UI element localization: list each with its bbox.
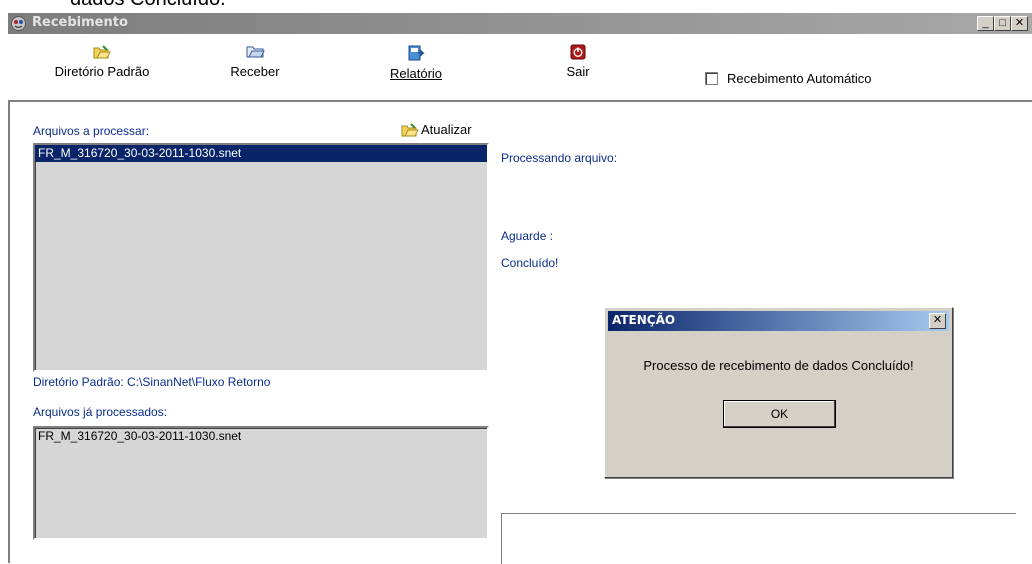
report-button[interactable]: Relatório <box>381 38 451 94</box>
folder-refresh-icon <box>401 123 419 137</box>
dialog-message: Processo de recebimento de dados Concluí… <box>643 358 914 373</box>
wait-label: Aguarde : <box>501 229 554 243</box>
dialog-title: ATENÇÃO <box>612 313 676 327</box>
app-icon <box>11 16 26 31</box>
close-button[interactable]: ✕ <box>1011 16 1028 31</box>
done-label: Concluído! <box>501 256 559 270</box>
dialog-close-button[interactable]: ✕ <box>929 313 946 329</box>
processed-list[interactable]: FR_M_316720_30-03-2011-1030.snet <box>33 426 489 540</box>
processed-label: Arquivos já processados: <box>33 405 168 419</box>
to-process-list[interactable]: FR_M_316720_30-03-2011-1030.snet <box>33 143 489 372</box>
window-titlebar: Recebimento _ □ ✕ <box>8 13 1032 34</box>
maximize-button[interactable]: □ <box>994 16 1011 31</box>
left-border <box>8 102 10 563</box>
exit-label: Sair <box>566 64 590 79</box>
folder-open-icon <box>93 45 111 59</box>
document-caption: dados Concluído. <box>70 0 226 11</box>
processing-label: Processando arquivo: <box>501 151 618 165</box>
report-label: Relatório <box>389 66 443 81</box>
ok-button[interactable]: OK <box>723 400 836 428</box>
power-icon <box>570 44 586 60</box>
list-item[interactable]: FR_M_316720_30-03-2011-1030.snet <box>35 428 487 444</box>
default-dir-text: Diretório Padrão: C:\SinanNet\Fluxo Reto… <box>33 375 271 389</box>
auto-receive-label: Recebimento Automático <box>727 71 872 86</box>
window-title: Recebimento <box>32 15 128 30</box>
to-process-label: Arquivos a processar: <box>33 124 150 138</box>
refresh-label: Atualizar <box>421 122 472 137</box>
window-body: Diretório Padrão Receber Relatório Sair … <box>8 34 1032 564</box>
dialog-titlebar: ATENÇÃO ✕ <box>608 311 949 331</box>
default-dir-label: Diretório Padrão <box>54 64 150 79</box>
status-panel <box>501 513 1016 564</box>
attention-dialog: ATENÇÃO ✕ Processo de recebimento de dad… <box>604 307 953 478</box>
list-item-selected[interactable]: FR_M_316720_30-03-2011-1030.snet <box>35 145 487 162</box>
folder-open-icon <box>246 46 265 58</box>
report-icon <box>408 45 425 61</box>
exit-button[interactable]: Sair <box>548 38 608 94</box>
auto-receive-checkbox[interactable]: Recebimento Automático <box>705 71 872 86</box>
refresh-button[interactable]: Atualizar <box>401 122 472 137</box>
receive-button[interactable]: Receber <box>220 38 290 94</box>
receive-label: Receber <box>230 64 280 79</box>
default-dir-button[interactable]: Diretório Padrão <box>44 38 160 94</box>
checkbox-box[interactable] <box>705 72 718 85</box>
toolbar: Diretório Padrão Receber Relatório Sair … <box>8 34 1032 102</box>
minimize-button[interactable]: _ <box>977 16 994 31</box>
